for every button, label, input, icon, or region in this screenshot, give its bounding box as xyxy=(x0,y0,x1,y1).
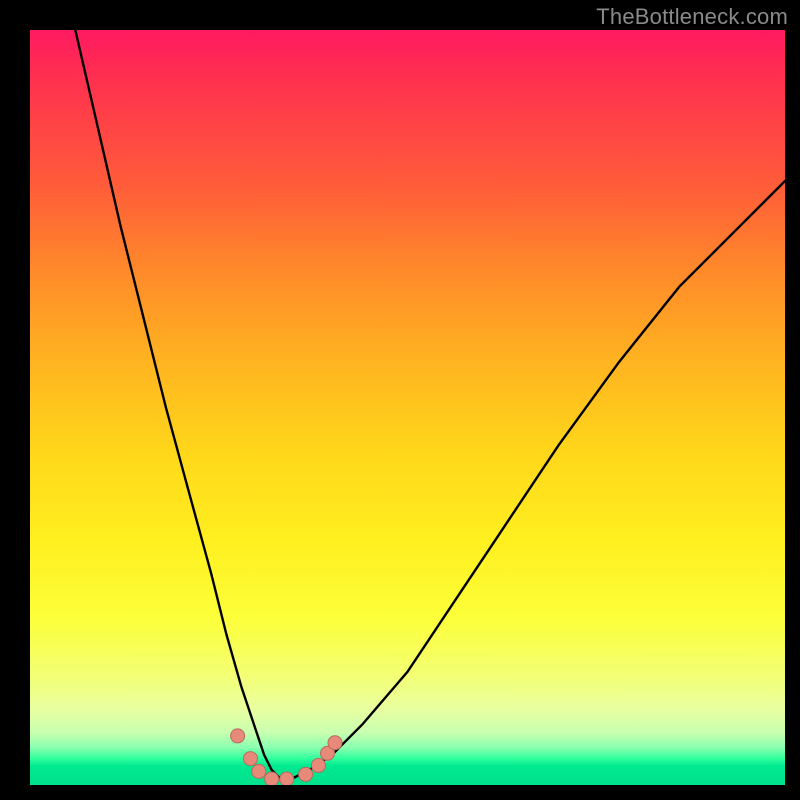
curve-markers xyxy=(231,729,342,785)
curve-marker xyxy=(231,729,245,743)
curve-marker xyxy=(328,736,342,750)
curve-marker xyxy=(252,764,266,778)
chart-svg xyxy=(30,30,785,785)
bottleneck-curve xyxy=(75,30,785,778)
curve-marker xyxy=(311,758,325,772)
plot-area xyxy=(30,30,785,785)
watermark-text: TheBottleneck.com xyxy=(596,4,788,30)
curve-marker xyxy=(280,772,294,785)
curve-marker xyxy=(265,772,279,785)
curve-marker xyxy=(299,767,313,781)
chart-frame: TheBottleneck.com xyxy=(0,0,800,800)
curve-marker xyxy=(244,752,258,766)
